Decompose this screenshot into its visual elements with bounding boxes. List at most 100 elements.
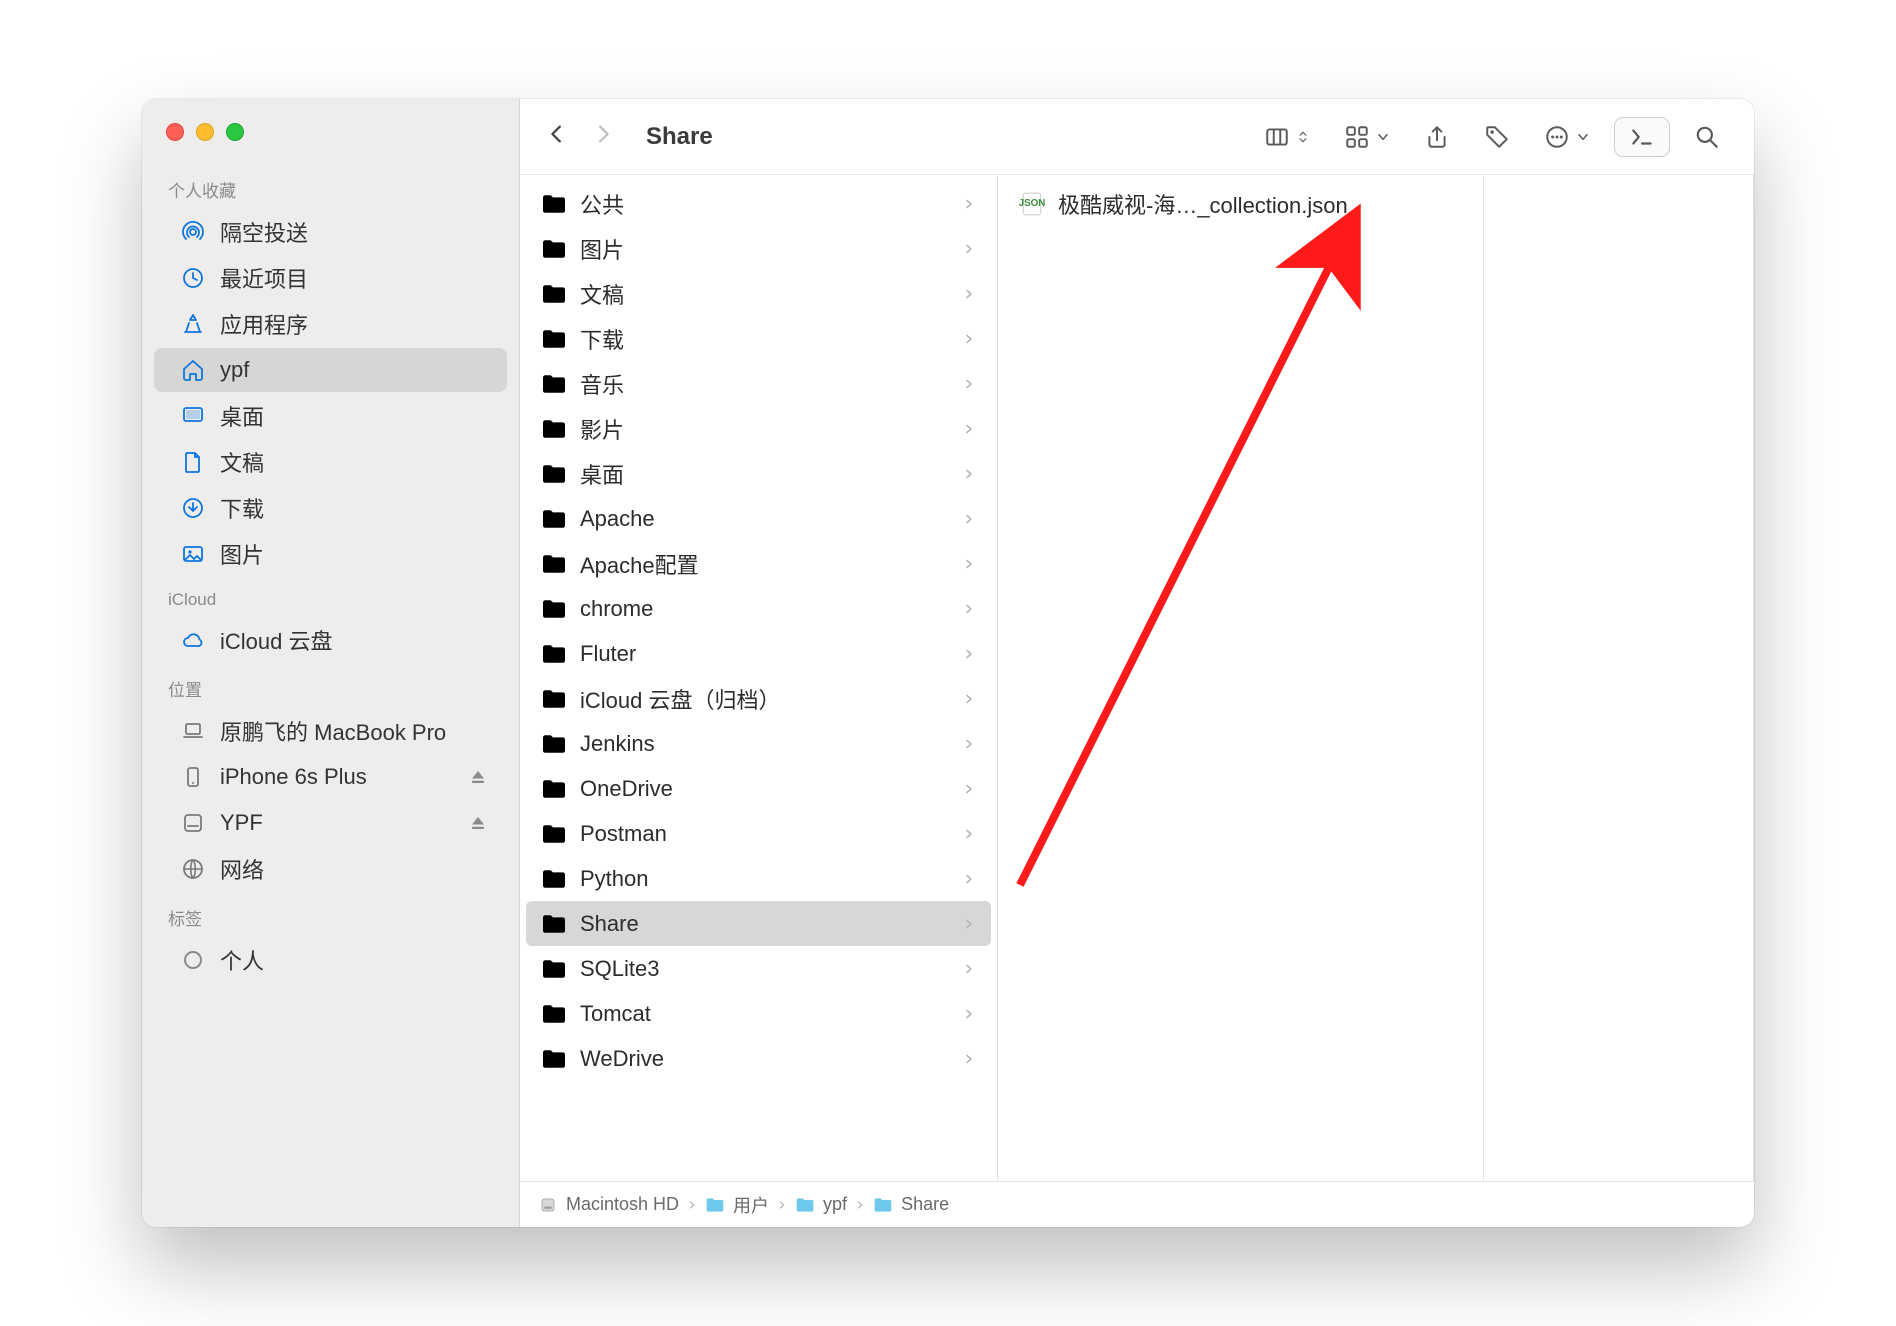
breadcrumb-item[interactable]: 用户 — [705, 1192, 769, 1218]
sidebar-item[interactable]: 桌面 — [154, 394, 507, 438]
chevron-right-icon — [963, 198, 975, 210]
folder-label: 影片 — [580, 413, 624, 445]
folder-row[interactable]: Python — [526, 856, 991, 901]
column-1: 公共图片文稿下载音乐影片桌面 Apache Apache配置 chrome Fluter… — [520, 175, 998, 1181]
search-button[interactable] — [1684, 117, 1730, 157]
sidebar-item[interactable]: YPF — [154, 801, 507, 845]
folder-icon — [540, 640, 568, 668]
folder-row[interactable]: 音乐 — [526, 361, 991, 406]
breadcrumb-item[interactable]: ypf — [795, 1194, 847, 1215]
folder-row[interactable]: 影片 — [526, 406, 991, 451]
breadcrumb-item[interactable]: Share — [873, 1194, 949, 1215]
eject-icon[interactable] — [467, 812, 489, 834]
sidebar-item[interactable]: iCloud 云盘 — [154, 618, 507, 662]
close-window-button[interactable] — [166, 123, 184, 141]
folder-row[interactable]: iCloud 云盘（归档） — [526, 676, 991, 721]
folder-row[interactable]: WeDrive — [526, 1036, 991, 1081]
folder-row[interactable]: 文稿 — [526, 271, 991, 316]
actions-button[interactable] — [1534, 117, 1600, 157]
finder-window: 个人收藏隔空投送最近项目应用程序ypf桌面文稿下载图片iCloudiCloud … — [142, 99, 1754, 1227]
chevron-right-icon — [963, 738, 975, 750]
folder-row[interactable]: Apache — [526, 496, 991, 541]
sidebar-item[interactable]: 个人 — [154, 938, 507, 982]
sidebar-item[interactable]: 下载 — [154, 486, 507, 530]
sidebar-item[interactable]: 原鹏飞的 MacBook Pro — [154, 709, 507, 753]
folder-icon — [873, 1195, 893, 1215]
sidebar-item-label: 隔空投送 — [220, 216, 308, 248]
chevron-right-icon — [963, 918, 975, 930]
folder-icon — [540, 190, 568, 218]
breadcrumb-label: Macintosh HD — [566, 1194, 679, 1215]
window-title: Share — [646, 123, 713, 151]
chevron-right-icon — [963, 603, 975, 615]
breadcrumb-item[interactable]: Macintosh HD — [538, 1194, 679, 1215]
folder-icon — [540, 955, 568, 983]
folder-row[interactable]: Share — [526, 901, 991, 946]
sidebar-item[interactable]: 最近项目 — [154, 256, 507, 300]
folder-row[interactable]: Tomcat — [526, 991, 991, 1036]
download-icon — [180, 495, 206, 521]
chevron-right-icon — [963, 1053, 975, 1065]
folder-label: Fluter — [580, 641, 636, 667]
folder-icon — [540, 460, 568, 488]
sidebar-section-label: iCloud — [142, 578, 519, 616]
hd-icon — [538, 1195, 558, 1215]
chevron-right-icon — [963, 513, 975, 525]
folder-row[interactable]: 下载 — [526, 316, 991, 361]
column-view: 公共图片文稿下载音乐影片桌面 Apache Apache配置 chrome Fluter… — [520, 175, 1754, 1181]
path-bar: Macintosh HD 用户 ypf Share — [520, 1181, 1754, 1227]
minimize-window-button[interactable] — [196, 123, 214, 141]
forward-button[interactable] — [592, 123, 614, 151]
sidebar-item[interactable]: 网络 — [154, 847, 507, 891]
folder-row[interactable]: chrome — [526, 586, 991, 631]
sidebar-item[interactable]: iPhone 6s Plus — [154, 755, 507, 799]
file-row[interactable]: JSON 极酷威视-海…_collection.json — [1004, 181, 1477, 226]
sidebar-item[interactable]: ypf — [154, 348, 507, 392]
sidebar-item-label: iCloud 云盘 — [220, 624, 332, 656]
sidebar-item[interactable]: 应用程序 — [154, 302, 507, 346]
folder-row[interactable]: Fluter — [526, 631, 991, 676]
chevron-right-icon — [963, 648, 975, 660]
back-button[interactable] — [546, 123, 568, 151]
folder-icon — [540, 235, 568, 263]
folder-row[interactable]: 桌面 — [526, 451, 991, 496]
group-button[interactable] — [1334, 117, 1400, 157]
folder-row[interactable]: OneDrive — [526, 766, 991, 811]
globe-icon — [180, 856, 206, 882]
column-3 — [1484, 175, 1754, 1181]
share-button[interactable] — [1414, 117, 1460, 157]
folder-row[interactable]: 公共 — [526, 181, 991, 226]
chevron-right-icon — [963, 828, 975, 840]
folder-row[interactable]: Jenkins — [526, 721, 991, 766]
folder-icon — [540, 1000, 568, 1028]
folder-icon — [795, 1195, 815, 1215]
breadcrumb-label: Share — [901, 1194, 949, 1215]
folder-row[interactable]: Apache配置 — [526, 541, 991, 586]
sidebar-item-label: 下载 — [220, 492, 264, 524]
sidebar-item[interactable]: 隔空投送 — [154, 210, 507, 254]
chevron-right-icon — [963, 333, 975, 345]
doc-icon — [180, 449, 206, 475]
sidebar-item-label: YPF — [220, 810, 263, 836]
desktop-icon — [180, 403, 206, 429]
sidebar-item[interactable]: 图片 — [154, 532, 507, 576]
folder-icon — [540, 865, 568, 893]
terminal-button[interactable] — [1614, 117, 1670, 157]
sidebar: 个人收藏隔空投送最近项目应用程序ypf桌面文稿下载图片iCloud iCloud … — [142, 99, 520, 1227]
folder-row[interactable]: SQLite3 — [526, 946, 991, 991]
folder-label: 桌面 — [580, 458, 624, 490]
folder-label: Apache配置 — [580, 548, 699, 580]
sidebar-section-label: 位置 — [142, 664, 519, 707]
window-controls — [142, 113, 519, 165]
view-columns-button[interactable] — [1254, 117, 1320, 157]
folder-row[interactable]: Postman — [526, 811, 991, 856]
tag-dot-icon — [180, 947, 206, 973]
eject-icon[interactable] — [467, 766, 489, 788]
sidebar-section-label: 个人收藏 — [142, 165, 519, 208]
sidebar-item[interactable]: 文稿 — [154, 440, 507, 484]
zoom-window-button[interactable] — [226, 123, 244, 141]
folder-row[interactable]: 图片 — [526, 226, 991, 271]
tags-button[interactable] — [1474, 117, 1520, 157]
chevron-right-icon — [963, 783, 975, 795]
sidebar-item-label: 原鹏飞的 MacBook Pro — [220, 715, 446, 747]
